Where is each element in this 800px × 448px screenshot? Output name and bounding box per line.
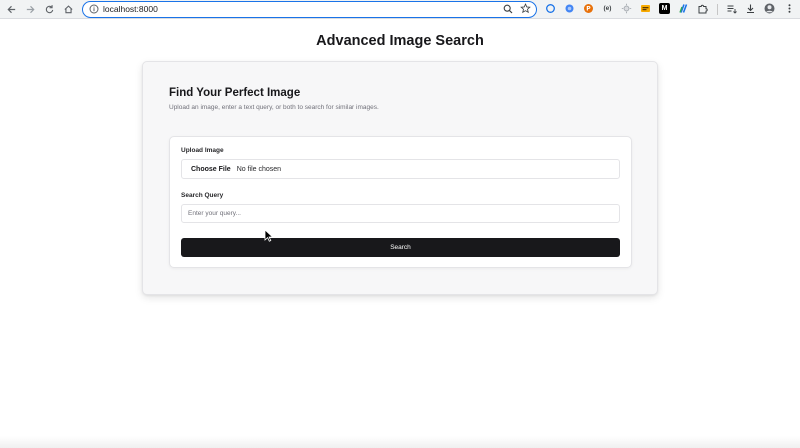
- upload-image-label: Upload Image: [181, 147, 224, 154]
- more-menu-icon[interactable]: [784, 3, 795, 14]
- url-text[interactable]: localhost:8000: [103, 3, 158, 15]
- card-heading: Find Your Perfect Image: [169, 87, 301, 99]
- yellow-box-extension-icon[interactable]: [640, 3, 651, 14]
- choose-file-button[interactable]: Choose File: [191, 166, 231, 173]
- page-title: Advanced Image Search: [316, 33, 484, 49]
- search-button[interactable]: Search: [181, 238, 620, 257]
- zoom-icon[interactable]: [503, 4, 513, 14]
- puzzle-icon[interactable]: [697, 3, 708, 14]
- m-logo-extension-icon[interactable]: M: [659, 3, 670, 14]
- bookmark-star-icon[interactable]: [520, 3, 531, 14]
- stripes-extension-icon[interactable]: [678, 3, 689, 14]
- svg-text:P: P: [586, 6, 591, 13]
- blue-dot-extension-icon[interactable]: [564, 3, 575, 14]
- home-icon[interactable]: [61, 2, 76, 17]
- site-info-icon[interactable]: [89, 4, 99, 14]
- card-subtitle: Upload an image, enter a text query, or …: [169, 104, 379, 111]
- forward-arrow-icon[interactable]: [23, 2, 38, 17]
- file-status-text: No file chosen: [236, 165, 282, 173]
- brackets-extension-icon[interactable]: (e): [602, 3, 613, 14]
- search-form: Upload Image Choose File No file chosen …: [169, 136, 632, 268]
- sun-extension-icon[interactable]: [621, 3, 632, 14]
- back-arrow-icon[interactable]: [4, 2, 19, 17]
- search-query-label: Search Query: [181, 192, 224, 199]
- profile-avatar-icon[interactable]: [764, 3, 775, 14]
- window-bottom-edge: [0, 436, 800, 448]
- download-icon[interactable]: [745, 3, 756, 14]
- orange-badge-extension-icon[interactable]: P: [583, 3, 594, 14]
- reload-icon[interactable]: [42, 2, 57, 17]
- reading-list-icon[interactable]: [726, 3, 737, 14]
- circle-outline-extension-icon[interactable]: [545, 3, 556, 14]
- address-bar[interactable]: localhost:8000: [82, 1, 537, 18]
- mouse-pointer-icon: [264, 229, 273, 242]
- search-card: Find Your Perfect Image Upload an image,…: [142, 61, 658, 295]
- file-upload-input[interactable]: Choose File No file chosen: [181, 159, 620, 179]
- toolbar-divider: [717, 4, 718, 15]
- browser-toolbar: localhost:8000 P (e) M: [0, 0, 800, 19]
- search-query-input[interactable]: [181, 204, 620, 223]
